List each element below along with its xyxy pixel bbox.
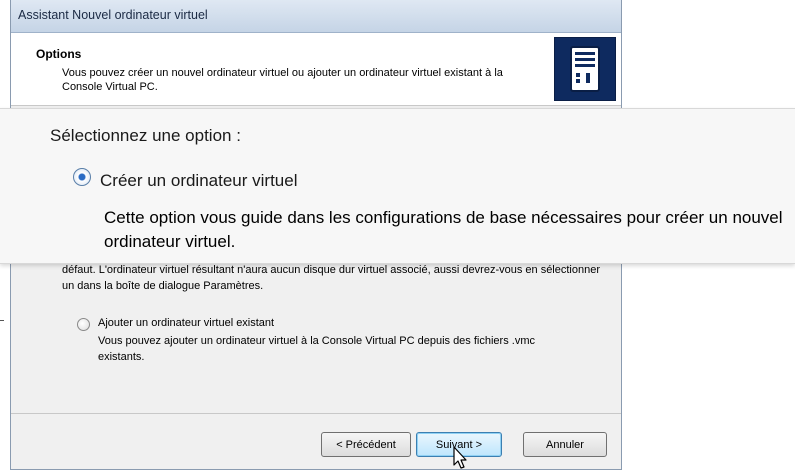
option-create-description: Cette option vous guide dans les configu… [104, 208, 783, 251]
option-prompt: Sélectionnez une option : [50, 126, 241, 145]
radio-add-existing[interactable] [77, 318, 90, 331]
radio-create-new[interactable] [73, 168, 91, 186]
wizard-header: Options Vous pouvez créer un nouvel ordi… [11, 33, 621, 106]
option1-description-tail: défaut. L'ordinateur virtuel résultant n… [62, 264, 601, 292]
mouse-pointer-icon [451, 446, 469, 475]
footer-divider [11, 413, 621, 414]
option2-label[interactable]: Ajouter un ordinateur virtuel existant [98, 315, 274, 331]
cancel-button[interactable]: Annuler [523, 432, 607, 457]
header-description: Vous pouvez créer un nouvel ordinateur v… [62, 67, 503, 93]
edge-mark [0, 320, 4, 321]
header-title: Options [36, 47, 82, 61]
back-button[interactable]: < Précédent [321, 432, 411, 457]
title-bar[interactable]: Assistant Nouvel ordinateur virtuel [11, 0, 621, 33]
option-create-label[interactable]: Créer un ordinateur virtuel [100, 171, 297, 191]
option2-description: Vous pouvez ajouter un ordinateur virtue… [98, 335, 535, 363]
window-title: Assistant Nouvel ordinateur virtuel [18, 8, 208, 22]
computer-tower-icon [554, 37, 616, 101]
zoomed-option-panel: Sélectionnez une option : Créer un ordin… [0, 108, 795, 264]
